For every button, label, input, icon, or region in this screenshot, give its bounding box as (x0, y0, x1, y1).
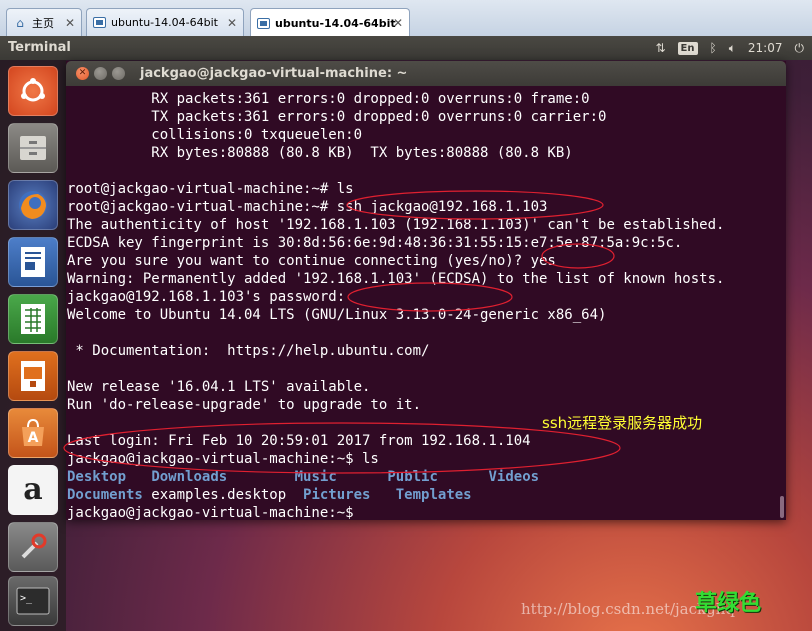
calc-icon[interactable] (8, 294, 58, 344)
scrollbar[interactable] (778, 86, 786, 520)
ls-entry: Public (387, 469, 438, 485)
ls-output-row: Desktop Downloads Music Public Videos (67, 468, 778, 486)
terminal-line: New release '16.04.1 LTS' available. (67, 379, 371, 395)
terminal-prompt-line[interactable]: jackgao@jackgao-virtual-machine:~$ (67, 504, 778, 522)
terminal-line: Welcome to Ubuntu 14.04 LTS (GNU/Linux 3… (67, 307, 607, 323)
annotation-note: ssh远程登录服务器成功 (542, 414, 703, 432)
terminal-line: collisions:0 txqueuelen:0 (67, 127, 363, 143)
system-tray: ⇅ En ᛒ 🔈︎ 21:07 ⏻ (655, 36, 812, 60)
close-icon[interactable]: ✕ (227, 16, 237, 30)
tab-home-label: 主页 (32, 16, 54, 30)
ls-entry: Music (294, 469, 337, 485)
tab-home[interactable]: ⌂ 主页 ✕ (6, 8, 82, 36)
prompt: jackgao@jackgao-virtual-machine:~$ (67, 505, 354, 521)
vm-icon (257, 17, 270, 29)
window-title: jackgao@jackgao-virtual-machine: ~ (140, 66, 408, 81)
ls-entry: Downloads (151, 469, 228, 485)
svg-text:A: A (28, 430, 39, 446)
writer-icon[interactable] (8, 237, 58, 287)
volume-icon[interactable]: 🔈︎ (729, 41, 736, 56)
tab-vm-1[interactable]: ubuntu-14.04-64bit ✕ (86, 8, 244, 36)
terminal-line: jackgao@jackgao-virtual-machine:~$ ls (67, 451, 379, 467)
ls-entry: Videos (488, 469, 540, 485)
ls-entry: Documents (67, 487, 143, 503)
home-icon: ⌂ (16, 15, 24, 30)
terminal-line: jackgao@192.168.1.103's password: (67, 289, 346, 305)
terminal-line: ECDSA key fingerprint is 30:8d:56:6e:9d:… (67, 235, 683, 251)
ubuntu-dash-icon[interactable] (8, 66, 58, 116)
close-icon[interactable]: ✕ (65, 16, 75, 30)
top-panel: Terminal ⇅ En ᛒ 🔈︎ 21:07 ⏻ (0, 36, 812, 60)
terminal-line: Last login: Fri Feb 10 20:59:01 2017 fro… (67, 433, 531, 449)
tab-vm-2[interactable]: ubuntu-14.04-64bit ✕ (250, 8, 410, 37)
tab-vm-2-label: ubuntu-14.04-64bit (275, 16, 396, 30)
terminal-line: root@jackgao-virtual-machine:~# ssh jack… (67, 199, 548, 215)
terminal-line: The authenticity of host '192.168.1.103 … (67, 217, 725, 233)
terminal-line: Warning: Permanently added '192.168.1.10… (67, 271, 725, 287)
terminal-line: TX packets:361 errors:0 dropped:0 overru… (67, 109, 607, 125)
ls-entry: Templates (395, 487, 472, 503)
vm-icon (93, 17, 106, 28)
clock[interactable]: 21:07 (748, 41, 783, 55)
launcher: A a >_ (0, 60, 66, 631)
ls-entry: Desktop (67, 469, 127, 485)
terminal-line: RX packets:361 errors:0 dropped:0 overru… (67, 91, 590, 107)
terminal-icon[interactable]: >_ (8, 576, 58, 626)
tab-vm-1-label: ubuntu-14.04-64bit (111, 16, 218, 29)
terminal-line: root@jackgao-virtual-machine:~# ls (67, 181, 354, 197)
impress-icon[interactable] (8, 351, 58, 401)
terminal-titlebar[interactable]: ✕ jackgao@jackgao-virtual-machine: ~ (66, 61, 786, 86)
svg-text:>_: >_ (20, 593, 33, 604)
ls-entry: Pictures (303, 487, 371, 503)
terminal-line: Are you sure you want to continue connec… (67, 253, 556, 269)
scrollbar-thumb[interactable] (780, 496, 784, 518)
maximize-button[interactable] (112, 67, 125, 80)
close-button[interactable]: ✕ (76, 67, 89, 80)
firefox-icon[interactable] (8, 180, 58, 230)
software-center-icon[interactable]: A (8, 408, 58, 458)
terminal-line: RX bytes:80888 (80.8 KB) TX bytes:80888 … (67, 145, 573, 161)
amazon-icon[interactable]: a (8, 465, 58, 515)
network-icon[interactable]: ⇅ (655, 41, 665, 55)
system-settings-icon[interactable] (8, 522, 58, 572)
annotation-mark: 草绿色 (695, 591, 762, 616)
bluetooth-icon[interactable]: ᛒ (710, 41, 717, 55)
keyboard-indicator[interactable]: En (677, 41, 698, 55)
close-icon[interactable]: ✕ (393, 16, 403, 30)
terminal-line: * Documentation: https://help.ubuntu.com… (67, 343, 430, 359)
minimize-button[interactable] (94, 67, 107, 80)
vm-tab-strip: ⌂ 主页 ✕ ubuntu-14.04-64bit ✕ ubuntu-14.04… (0, 0, 812, 37)
files-icon[interactable] (8, 123, 58, 173)
app-title: Terminal (8, 40, 71, 55)
ls-entry: examples.desktop (151, 487, 287, 503)
ls-output-row: Documents examples.desktop Pictures Temp… (67, 486, 778, 504)
power-icon[interactable]: ⏻ (795, 41, 805, 56)
terminal-window[interactable]: ✕ jackgao@jackgao-virtual-machine: ~ RX … (66, 61, 786, 522)
terminal-output[interactable]: RX packets:361 errors:0 dropped:0 overru… (66, 86, 778, 522)
